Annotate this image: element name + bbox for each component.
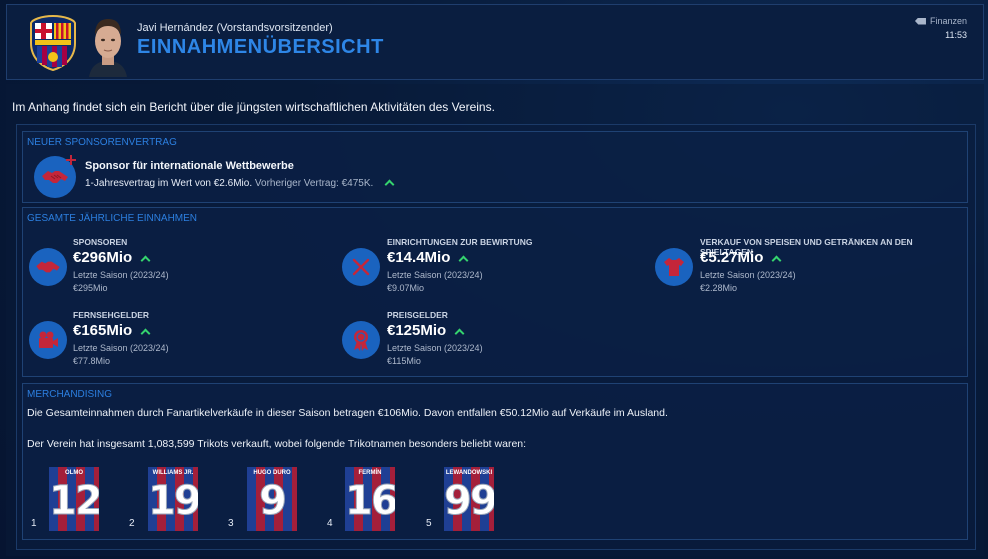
- income-season-prize: Letzte Saison (2023/24): [387, 343, 483, 353]
- finance-tag-label: Finanzen: [929, 16, 967, 26]
- income-label-hospitality: EINRICHTUNGEN ZUR BEWIRTUNG: [387, 237, 533, 247]
- increase-arrow-icon: [140, 255, 151, 266]
- shirt-number: 99: [444, 478, 494, 525]
- sponsor-previous: Vorheriger Vertrag: €475K.: [254, 178, 374, 189]
- shirt-rank: 2: [129, 518, 135, 529]
- handshake-icon: [29, 248, 67, 286]
- increase-arrow-icon: [458, 255, 469, 266]
- sponsor-deal-line: 1-Jahresvertrag im Wert von €2.6Mio. Vor…: [85, 178, 395, 190]
- intro-text: Im Anhang findet sich ein Bericht über d…: [12, 100, 495, 114]
- income-prev-sponsors: €295Mio: [73, 283, 108, 293]
- shirt-name: FERMÍN: [358, 470, 382, 476]
- income-heading: GESAMTE JÄHRLICHE EINNAHMEN: [27, 213, 198, 224]
- income-prev-matchday-food: €2.28Mio: [700, 283, 738, 293]
- shirt-name: HUGO DURO: [253, 470, 291, 476]
- shirt-card: HUGO DURO 9: [247, 467, 297, 531]
- income-season-matchday-food: Letzte Saison (2023/24): [700, 270, 796, 280]
- income-value-tv: €165Mio: [73, 322, 151, 339]
- income-value-sponsors: €296Mio: [73, 249, 151, 266]
- merch-shirts-text: Der Verein hat insgesamt 1,083,599 Triko…: [27, 438, 527, 450]
- income-prev-hospitality: €9.07Mio: [387, 283, 425, 293]
- sponsorship-box: NEUER SPONSORENVERTRAG Sponsor für inter…: [22, 131, 968, 203]
- income-season-hospitality: Letzte Saison (2023/24): [387, 270, 483, 280]
- shirt-name: OLMO: [65, 470, 83, 476]
- header-bar: Javi Hernández (Vorstandsvorsitzender) E…: [6, 4, 984, 80]
- shirt-number: 19: [148, 478, 198, 525]
- income-label-prize: PREISGELDER: [387, 310, 448, 320]
- tag-icon: [914, 17, 926, 25]
- club-crest-icon: [30, 15, 76, 71]
- merchandising-heading: MERCHANDISING: [27, 389, 113, 400]
- rosette-icon: [342, 321, 380, 359]
- income-prev-tv: €77.8Mio: [73, 356, 111, 366]
- income-value-matchday-food: €5.27Mio: [700, 249, 782, 266]
- shirt-card: OLMO 12: [49, 467, 99, 531]
- tv-camera-icon: [29, 321, 67, 359]
- sponsor-deal: 1-Jahresvertrag im Wert von €2.6Mio.: [85, 178, 253, 189]
- shirt-name: LEWANDOWSKI: [445, 470, 493, 476]
- income-season-sponsors: Letzte Saison (2023/24): [73, 270, 169, 280]
- shirt-icon: [655, 248, 693, 286]
- shirt-card: WILLIAMS JR. 19: [148, 467, 198, 531]
- merch-revenue-text: Die Gesamteinnahmen durch Fanartikelverk…: [27, 407, 668, 419]
- sponsor-name: Sponsor für internationale Wettbewerbe: [85, 160, 294, 172]
- increase-arrow-icon: [454, 328, 465, 339]
- plus-badge-icon: [66, 155, 76, 165]
- shirt-number: 9: [259, 478, 288, 525]
- cutlery-icon: [342, 248, 380, 286]
- page-title: EINNAHMENÜBERSICHT: [137, 36, 384, 58]
- shirt-rank: 5: [426, 518, 432, 529]
- income-value-prize: €125Mio: [387, 322, 465, 339]
- income-season-tv: Letzte Saison (2023/24): [73, 343, 169, 353]
- shirt-rank: 1: [31, 518, 37, 529]
- income-prev-prize: €115Mio: [387, 356, 421, 366]
- income-label-tv: FERNSEHGELDER: [73, 310, 150, 320]
- sponsorship-heading: NEUER SPONSORENVERTRAG: [27, 137, 177, 148]
- income-box: GESAMTE JÄHRLICHE EINNAHMEN SPONSOREN €2…: [22, 207, 968, 377]
- finance-tag[interactable]: Finanzen: [914, 16, 967, 26]
- shirt-card: LEWANDOWSKI 99: [444, 467, 494, 531]
- shirt-rank: 4: [327, 518, 333, 529]
- increase-arrow-icon: [384, 179, 395, 190]
- shirt-number: 16: [345, 478, 395, 525]
- shirt-card: FERMÍN 16: [345, 467, 395, 531]
- income-value-hospitality: €14.4Mio: [387, 249, 469, 266]
- merchandising-box: MERCHANDISING Die Gesamteinnahmen durch …: [22, 383, 968, 540]
- shirt-name: WILLIAMS JR.: [152, 470, 194, 476]
- shirt-rank: 3: [228, 518, 234, 529]
- increase-arrow-icon: [140, 328, 151, 339]
- income-label-sponsors: SPONSOREN: [73, 237, 128, 247]
- speaker-name: Javi Hernández (Vorstandsvorsitzender): [137, 22, 333, 34]
- shirt-number: 12: [49, 478, 99, 525]
- chairman-portrait: [85, 13, 131, 77]
- increase-arrow-icon: [771, 255, 782, 266]
- clock-time: 11:53: [945, 30, 967, 40]
